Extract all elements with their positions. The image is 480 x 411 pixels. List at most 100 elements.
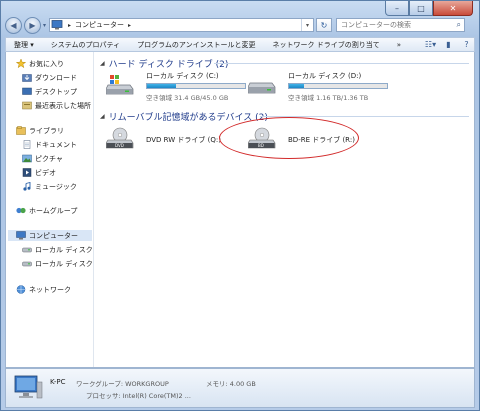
collapse-arrow-icon[interactable]: ◢ (100, 113, 105, 120)
nav-documents[interactable]: ドキュメント (22, 139, 77, 150)
drive-local-disk-d[interactable]: ローカル ディスク (D:) 空き領域 1.16 TB/1.36 TB (247, 71, 388, 111)
nav-label: ドキュメント (35, 140, 77, 149)
nav-desktop[interactable]: デスクトップ (22, 86, 77, 97)
nav-videos[interactable]: ビデオ (22, 167, 56, 178)
search-icon[interactable]: ⌕ (457, 20, 461, 30)
video-icon (22, 168, 32, 177)
processor-info: プロセッサ: Intel(R) Core(TM)2 ... (86, 392, 191, 400)
dvd-logo-text: DVD (115, 143, 124, 148)
drive-free-space: 空き領域 1.16 TB/1.36 TB (288, 94, 369, 102)
refresh-icon: ↻ (320, 20, 328, 30)
nav-local-disk-d[interactable]: ローカル ディスク ( (22, 258, 93, 269)
computer-icon (16, 231, 26, 240)
star-icon (15, 58, 27, 69)
back-arrow-icon: ◀ (10, 20, 17, 30)
search-input[interactable] (341, 21, 452, 29)
picture-icon (22, 154, 32, 163)
details-pane: K-PC ワークグループ: WORKGROUP メモリ: 4.00 GB プロセ… (5, 368, 475, 408)
computer-icon (12, 374, 44, 402)
nav-label: ホームグループ (29, 206, 78, 215)
nav-label: ダウンロード (35, 73, 77, 82)
hard-disk-icon (22, 259, 32, 268)
navigation-pane: お気に入り ダウンロード デスクトップ 最近表示した場所 ライブラリ ドキュメン… (6, 52, 94, 367)
desktop-icon (22, 87, 32, 96)
hard-disk-icon (22, 245, 32, 254)
nav-label: ビデオ (35, 168, 56, 177)
explorer-window: – □ ✕ ◀ ▶ ▾ ▸ コンピューター ▸ ▾ ↻ ⌕ 整理 ▾ システムの… (0, 0, 480, 411)
preview-pane-icon[interactable]: ▮ (441, 39, 456, 51)
dvd-drive-icon: DVD (105, 127, 134, 149)
hard-disk-windows-icon (105, 73, 134, 95)
search-box[interactable]: ⌕ (336, 18, 466, 32)
forward-button[interactable]: ▶ (24, 16, 41, 34)
memory-info: メモリ: 4.00 GB (206, 380, 256, 388)
nav-homegroup[interactable]: ホームグループ (16, 205, 77, 216)
close-button[interactable]: ✕ (433, 1, 473, 16)
computer-name: K-PC (50, 378, 66, 386)
capacity-bar-fill (289, 84, 304, 88)
nav-libraries[interactable]: ライブラリ (16, 125, 64, 136)
document-icon (22, 140, 32, 149)
nav-label: デスクトップ (35, 87, 77, 96)
nav-recent-places[interactable]: 最近表示した場所 (22, 100, 91, 111)
minimize-button[interactable]: – (385, 1, 409, 16)
nav-label: ミュージック (35, 182, 77, 191)
drive-name: DVD RW ドライブ (Q:) (146, 136, 221, 144)
computer-icon (50, 20, 64, 30)
view-options-icon[interactable]: ☷▾ (423, 39, 438, 51)
capacity-bar (146, 83, 246, 89)
map-network-drive-button[interactable]: ネットワーク ドライブの割り当て (265, 40, 389, 50)
hard-disk-icon (247, 73, 276, 95)
organize-menu[interactable]: 整理 ▾ (6, 40, 43, 50)
nav-label: ピクチャ (35, 154, 63, 163)
uninstall-program-button[interactable]: プログラムのアンインストールと変更 (129, 40, 264, 50)
refresh-button[interactable]: ↻ (316, 18, 333, 32)
group-title-label: ハード ディスク ドライブ (2) (108, 60, 229, 70)
download-folder-icon (22, 73, 32, 82)
main-pane: ◢ ハード ディスク ドライブ (2) ローカル ディスク (C:) 空き領域 … (94, 52, 474, 367)
recent-places-icon (22, 101, 32, 110)
group-divider (214, 63, 469, 64)
breadcrumb-chevron-icon[interactable]: ▸ (128, 22, 131, 29)
nav-label: ネットワーク (29, 285, 71, 294)
nav-computer[interactable]: コンピューター (8, 230, 92, 241)
workgroup-info: ワークグループ: WORKGROUP (76, 380, 169, 388)
address-dropdown-icon[interactable]: ▾ (301, 19, 313, 31)
collapse-arrow-icon[interactable]: ◢ (100, 60, 105, 67)
forward-arrow-icon: ▶ (29, 20, 36, 30)
nav-local-disk-c[interactable]: ローカル ディスク ( (22, 244, 94, 255)
nav-label: ローカル ディスク ( (35, 245, 94, 254)
content-area: お気に入り ダウンロード デスクトップ 最近表示した場所 ライブラリ ドキュメン… (5, 52, 475, 368)
more-commands-button[interactable]: » (389, 41, 410, 49)
nav-network[interactable]: ネットワーク (16, 284, 71, 295)
drive-local-disk-c[interactable]: ローカル ディスク (C:) 空き領域 31.4 GB/45.0 GB (105, 71, 246, 111)
address-row: ◀ ▶ ▾ ▸ コンピューター ▸ ▾ ↻ ⌕ (5, 15, 475, 35)
nav-label: コンピューター (29, 231, 78, 240)
nav-music[interactable]: ミュージック (22, 181, 77, 192)
nav-label: 最近表示した場所 (35, 101, 91, 110)
nav-pictures[interactable]: ピクチャ (22, 153, 63, 164)
nav-label: お気に入り (29, 59, 64, 68)
library-icon (16, 126, 26, 135)
nav-downloads[interactable]: ダウンロード (22, 72, 77, 83)
nav-label: ライブラリ (29, 126, 64, 135)
recent-pages-dropdown[interactable]: ▾ (43, 22, 46, 29)
breadcrumb-computer[interactable]: コンピューター (75, 20, 124, 30)
network-icon (16, 285, 26, 294)
drive-name: ローカル ディスク (D:) (288, 72, 362, 80)
command-bar: 整理 ▾ システムのプロパティ プログラムのアンインストールと変更 ネットワーク… (5, 37, 475, 52)
music-icon (22, 181, 32, 191)
homegroup-icon (16, 206, 26, 215)
nav-favorites[interactable]: お気に入り (15, 58, 64, 69)
drive-name: ローカル ディスク (C:) (146, 72, 219, 80)
breadcrumb-chevron-icon[interactable]: ▸ (68, 22, 71, 29)
back-button[interactable]: ◀ (5, 16, 22, 34)
address-bar[interactable]: ▸ コンピューター ▸ ▾ (49, 18, 315, 32)
highlight-ellipse (219, 117, 359, 159)
drive-free-space: 空き領域 31.4 GB/45.0 GB (146, 94, 229, 102)
help-icon[interactable]: ? (459, 39, 474, 51)
system-properties-button[interactable]: システムのプロパティ (43, 40, 129, 50)
maximize-button[interactable]: □ (409, 1, 433, 16)
capacity-bar-fill (147, 84, 177, 88)
group-hard-disk-drives[interactable]: ◢ ハード ディスク ドライブ (2) (100, 57, 228, 70)
